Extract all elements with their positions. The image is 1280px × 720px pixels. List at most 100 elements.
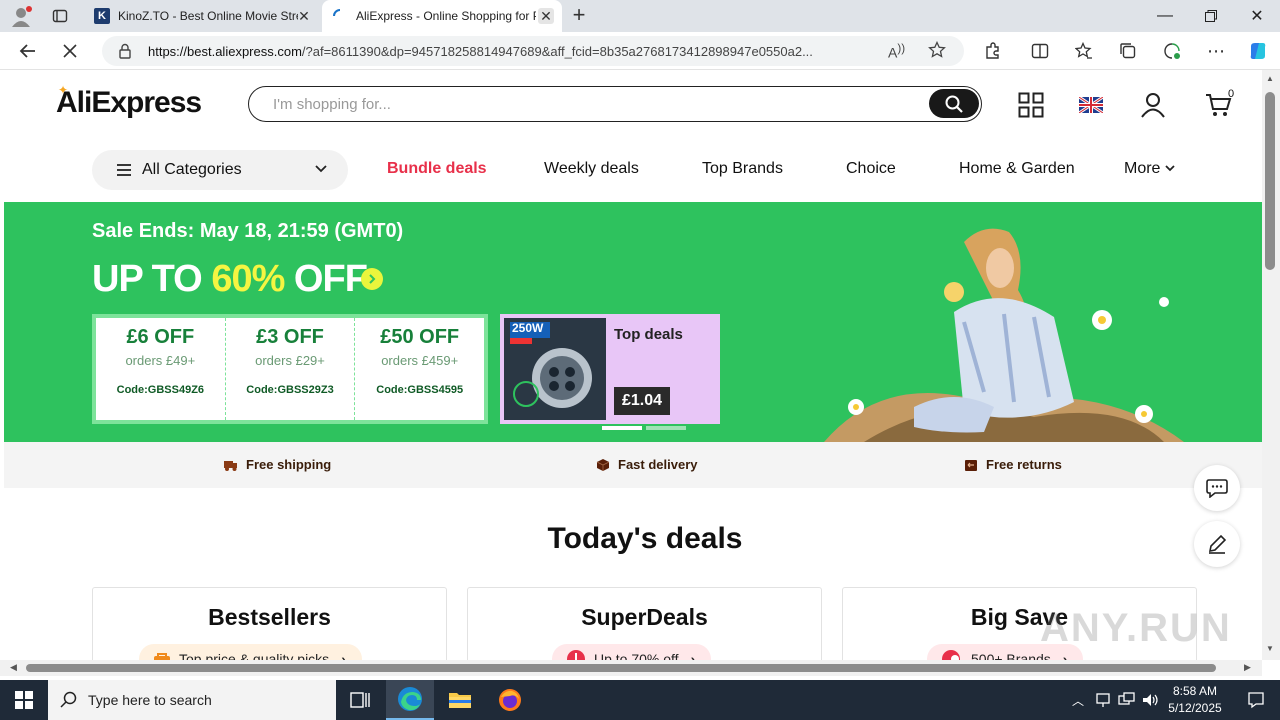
deal-card-bestsellers[interactable]: Bestsellers Top price & quality picks ›: [92, 587, 447, 660]
tab-title: AliExpress - Online Shopping for Popular: [356, 9, 536, 23]
top-deals-price: £1.04: [614, 387, 671, 415]
firefox-taskbar-app[interactable]: [486, 680, 534, 720]
notification-center-button[interactable]: [1232, 680, 1280, 720]
top-deals-card[interactable]: 250W Top deals £1.04: [500, 314, 720, 424]
nav-bundle-deals[interactable]: Bundle deals: [387, 160, 487, 178]
coupon-card[interactable]: £3 OFF orders £29+ Code:GBSS29Z3: [226, 318, 356, 420]
brand-icon: [942, 650, 960, 660]
browser-essentials-icon[interactable]: [1160, 39, 1184, 63]
tab-actions-icon[interactable]: [52, 8, 68, 24]
task-view-button[interactable]: [336, 680, 384, 720]
chevron-down-icon: [315, 165, 327, 173]
aliexpress-logo[interactable]: ✦ AliExpress: [56, 83, 202, 120]
folder-icon: [449, 693, 471, 708]
search-input[interactable]: [273, 95, 893, 113]
wifi-tray-icon[interactable]: [1116, 680, 1138, 720]
horizontal-scrollbar[interactable]: ◀ ▶: [0, 660, 1262, 676]
coupon-card[interactable]: £6 OFF orders £49+ Code:GBSS49Z6: [96, 318, 226, 420]
nav-more-label: More: [1124, 160, 1161, 177]
scroll-right-arrow-icon[interactable]: ▶: [1244, 662, 1251, 673]
coupon-minimum: orders £29+: [255, 353, 325, 368]
qr-code-icon[interactable]: [1016, 90, 1046, 120]
uk-flag-icon[interactable]: [1076, 90, 1106, 120]
profile-icon[interactable]: [10, 5, 32, 27]
new-tab-button[interactable]: +: [568, 4, 590, 27]
scroll-left-arrow-icon[interactable]: ◀: [10, 662, 17, 673]
nav-more[interactable]: More: [1124, 160, 1175, 178]
volume-tray-icon[interactable]: [1140, 680, 1162, 720]
scroll-up-arrow-icon[interactable]: ▲: [1266, 74, 1274, 83]
close-window-button[interactable]: ✕: [1234, 0, 1280, 32]
coupon-code: Code:GBSS29Z3: [246, 384, 334, 396]
nav-home-garden[interactable]: Home & Garden: [959, 160, 1075, 178]
scroll-down-arrow-icon[interactable]: ▼: [1266, 644, 1274, 653]
stop-loading-icon[interactable]: [58, 39, 82, 63]
close-tab-icon[interactable]: ✕: [296, 8, 312, 24]
collections-icon[interactable]: [1116, 39, 1140, 63]
favorite-star-icon[interactable]: [928, 40, 946, 62]
show-hidden-icons-button[interactable]: ︿: [1066, 680, 1090, 720]
coupon-code: Code:GBSS49Z6: [116, 384, 205, 396]
nav-weekly-deals[interactable]: Weekly deals: [544, 160, 639, 178]
firefox-icon: [499, 689, 521, 711]
close-tab-icon[interactable]: ✕: [538, 8, 554, 24]
favorites-icon[interactable]: [1072, 39, 1096, 63]
taskbar-search-placeholder: Type here to search: [88, 692, 212, 708]
fast-delivery[interactable]: Fast delivery: [596, 457, 698, 472]
chat-bubble-icon: [1206, 479, 1228, 498]
free-returns[interactable]: Free returns: [964, 457, 1062, 472]
carousel-dot-active[interactable]: [602, 426, 642, 430]
url-domain: https://best.aliexpress.com: [148, 43, 302, 59]
coupon-amount: £50 OFF: [380, 326, 460, 348]
network-tray-icon[interactable]: [1092, 680, 1114, 720]
vertical-scroll-thumb[interactable]: [1265, 92, 1275, 270]
free-shipping[interactable]: Free shipping: [224, 457, 331, 472]
horizontal-scroll-thumb[interactable]: [26, 664, 1216, 672]
deal-card-title: SuperDeals: [581, 604, 708, 630]
promo-banner[interactable]: Sale Ends: May 18, 21:59 (GMT0) UP TO 60…: [4, 202, 1262, 442]
minimize-button[interactable]: —: [1142, 0, 1188, 32]
nav-choice[interactable]: Choice: [846, 160, 896, 178]
account-icon[interactable]: [1138, 90, 1168, 120]
address-bar[interactable]: https://best.aliexpress.com/?af=8611390&…: [102, 36, 964, 66]
nav-top-brands[interactable]: Top Brands: [702, 160, 783, 178]
back-icon[interactable]: [16, 39, 40, 63]
deal-card-pill[interactable]: Top price & quality picks ›: [139, 644, 362, 660]
tab-aliexpress[interactable]: AliExpress - Online Shopping for Popular…: [322, 0, 562, 32]
split-screen-icon[interactable]: [1028, 39, 1052, 63]
coupon-code: Code:GBSS4595: [376, 384, 464, 396]
feedback-button[interactable]: [1194, 521, 1240, 567]
extensions-icon[interactable]: [980, 39, 1004, 63]
kinoz-favicon-icon: K: [94, 8, 110, 24]
deal-card-pill[interactable]: Up to 70% off ›: [552, 644, 712, 660]
sale-ends-text: Sale Ends: May 18, 21:59 (GMT0): [92, 220, 404, 242]
settings-more-icon[interactable]: ⋯: [1204, 39, 1228, 63]
file-explorer-taskbar-app[interactable]: [436, 680, 484, 720]
chat-button[interactable]: [1194, 465, 1240, 511]
search-bar[interactable]: [248, 86, 982, 122]
read-aloud-icon[interactable]: A)): [888, 42, 905, 61]
all-categories-button[interactable]: All Categories: [92, 150, 348, 190]
coupon-card[interactable]: £50 OFF orders £459+ Code:GBSS4595: [355, 318, 484, 420]
truck-icon: [224, 460, 237, 471]
taskbar-clock[interactable]: 8:58 AM 5/12/2025: [1160, 683, 1230, 717]
tab-kinoz[interactable]: K KinoZ.TO - Best Online Movie Streaming…: [84, 0, 320, 32]
anyrun-watermark: ANY.RUN: [1040, 606, 1232, 650]
services-strip: Free shipping Fast delivery Free returns: [4, 442, 1262, 488]
lock-icon[interactable]: [118, 43, 132, 62]
chevron-right-icon[interactable]: [361, 268, 383, 290]
vertical-scrollbar[interactable]: ▲ ▼: [1262, 70, 1280, 660]
copilot-icon[interactable]: [1246, 39, 1270, 63]
search-button[interactable]: [929, 89, 979, 118]
task-view-icon: [350, 692, 370, 708]
taskbar-search-box[interactable]: Type here to search: [48, 680, 336, 720]
restore-button[interactable]: [1188, 0, 1234, 32]
coupon-group: £6 OFF orders £49+ Code:GBSS49Z6 £3 OFF …: [92, 314, 488, 424]
start-button[interactable]: [0, 680, 48, 720]
deal-card-superdeals[interactable]: SuperDeals Up to 70% off ›: [467, 587, 822, 660]
hamburger-icon: [117, 164, 131, 176]
edge-taskbar-app[interactable]: [386, 680, 434, 720]
deal-card-pill-label: Top price & quality picks: [179, 651, 330, 660]
carousel-dot[interactable]: [646, 426, 686, 430]
chevron-right-icon: ›: [341, 651, 346, 660]
